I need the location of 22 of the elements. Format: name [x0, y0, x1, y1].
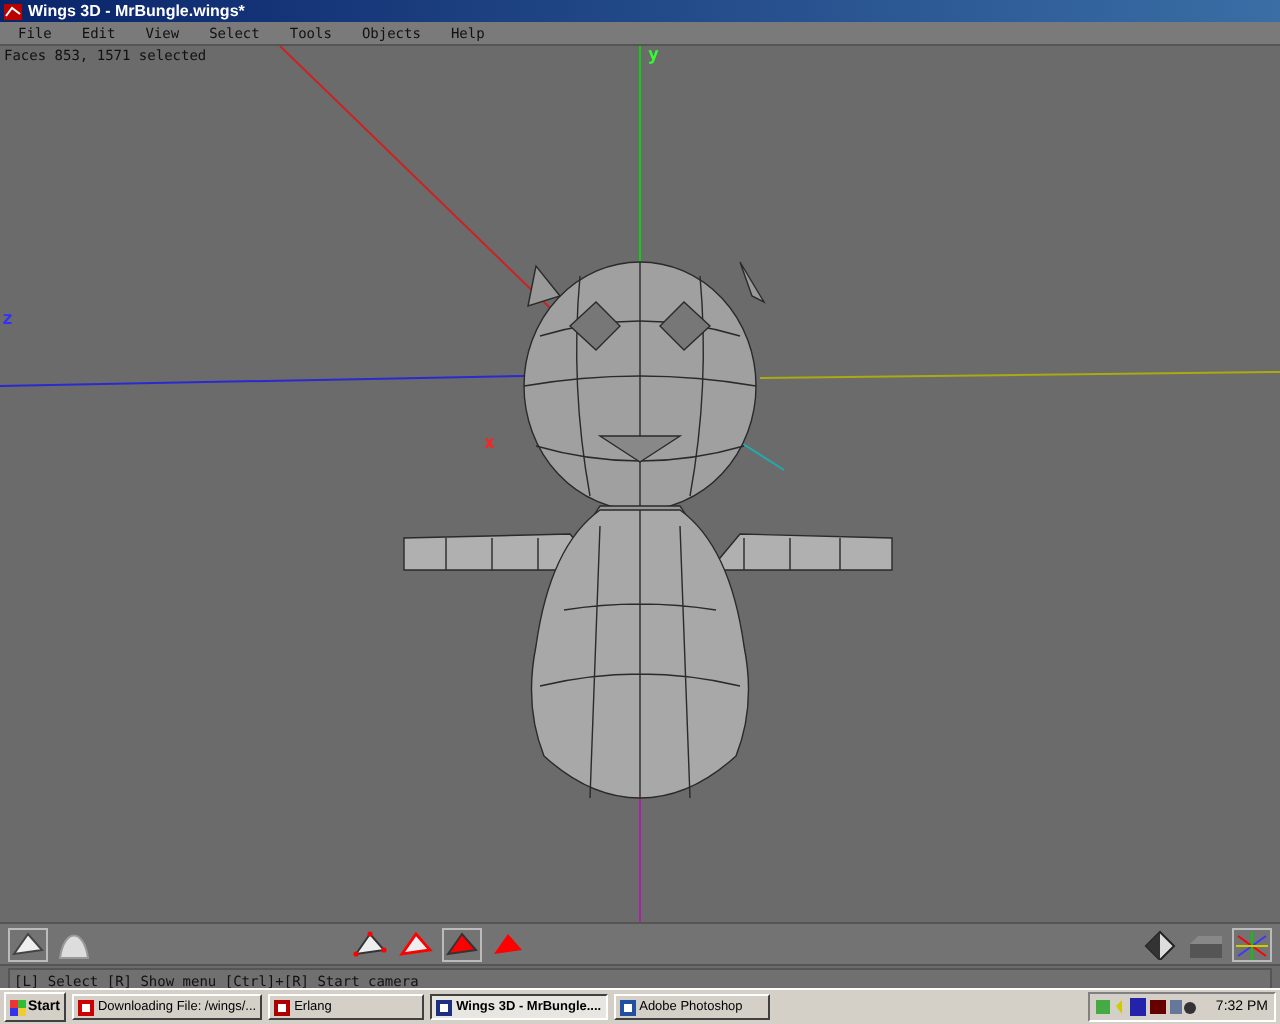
- axis-label: x: [484, 436, 495, 454]
- window-title: Wings 3D - MrBungle.wings*: [28, 2, 245, 20]
- vertex-select-button[interactable]: [349, 927, 390, 961]
- face-select-icon: [443, 928, 480, 960]
- axes-button[interactable]: [1232, 927, 1272, 961]
- tray-icons: [1095, 998, 1196, 1016]
- app-icon: [274, 999, 291, 1015]
- vertex-select-icon: [351, 928, 388, 960]
- axes-icon: [1234, 928, 1270, 960]
- object-mode-icon: [10, 928, 46, 960]
- edge-select-button[interactable]: [395, 927, 436, 961]
- app-icon: [77, 999, 94, 1015]
- object-mode-button[interactable]: [8, 927, 48, 961]
- edge-select-icon: [397, 928, 434, 960]
- app-icon: [436, 999, 453, 1015]
- app-icon: [4, 3, 22, 19]
- axis-label: y: [648, 48, 659, 66]
- windows-logo-icon: [10, 999, 26, 1015]
- axis-line: [739, 441, 785, 471]
- face-select-button[interactable]: [441, 927, 482, 961]
- app-icon: [619, 999, 636, 1015]
- axis-label: z: [2, 312, 13, 330]
